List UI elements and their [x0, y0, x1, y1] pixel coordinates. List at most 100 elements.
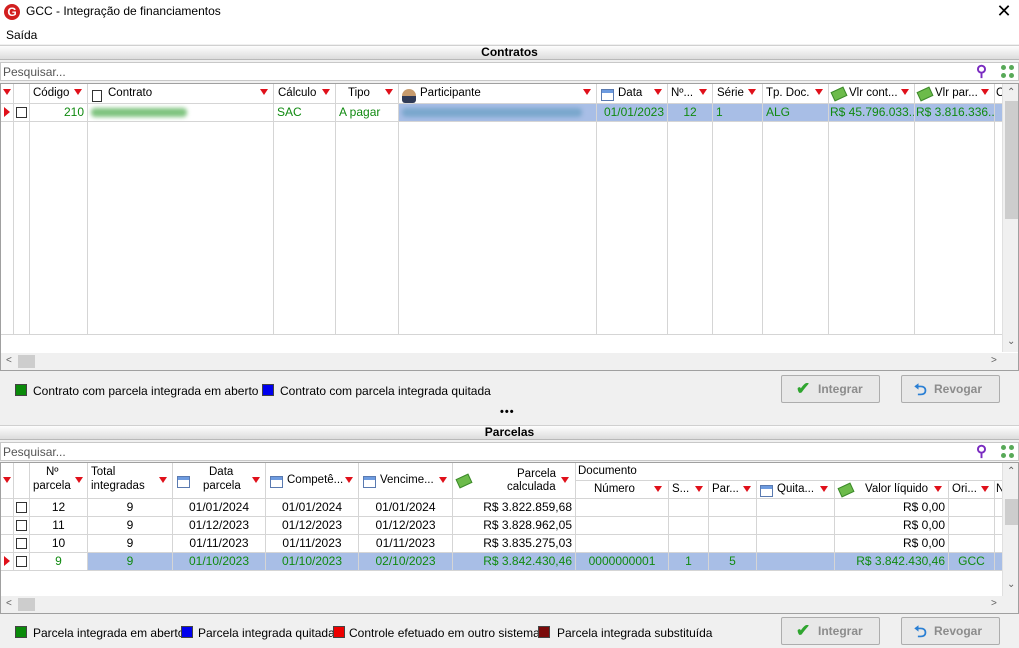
- cell-vlrcont[interactable]: R$ 45.796.033...: [829, 104, 915, 122]
- integrar-button[interactable]: ✔ Integrar: [781, 617, 880, 645]
- grid-options-icon[interactable]: [999, 443, 1017, 461]
- cell-competencia[interactable]: 01/10/2023: [266, 553, 359, 571]
- scroll-left-icon[interactable]: <: [6, 355, 12, 366]
- cell-total[interactable]: 9: [88, 517, 173, 535]
- cell-data[interactable]: 01/10/2023: [173, 553, 266, 571]
- header-codigo[interactable]: Código: [30, 84, 88, 104]
- scroll-thumb[interactable]: [1005, 499, 1018, 525]
- contratos-horizontal-scrollbar[interactable]: < >: [1, 353, 1018, 370]
- header-tpdoc[interactable]: Tp. Doc.: [763, 84, 829, 104]
- revogar-button[interactable]: ⮌ Revogar: [901, 617, 1000, 645]
- header-contrato[interactable]: Contrato: [88, 84, 274, 104]
- cell-tipo[interactable]: A pagar: [336, 104, 399, 122]
- cell-quitacao[interactable]: [757, 535, 835, 553]
- cell-num[interactable]: 12: [668, 104, 713, 122]
- header-num-parcela[interactable]: Nº parcela: [30, 463, 88, 499]
- cell-num[interactable]: 9: [30, 553, 88, 571]
- cell-serie[interactable]: [669, 517, 709, 535]
- header-quitacao[interactable]: Quita...: [757, 481, 835, 499]
- scroll-right-icon[interactable]: >: [991, 598, 997, 609]
- cell-valor-liquido[interactable]: R$ 0,00: [835, 535, 949, 553]
- header-valor-liquido[interactable]: Valor líquido: [835, 481, 949, 499]
- cell-parcela-doc[interactable]: [709, 499, 757, 517]
- header-serie[interactable]: S...: [669, 481, 709, 499]
- cell-competencia[interactable]: 01/11/2023: [266, 535, 359, 553]
- cell-numero[interactable]: [576, 535, 669, 553]
- cell-competencia[interactable]: 01/01/2024: [266, 499, 359, 517]
- cell-data[interactable]: 01/01/2024: [173, 499, 266, 517]
- revogar-button[interactable]: ⮌ Revogar: [901, 375, 1000, 403]
- cell-numero[interactable]: 0000000001: [576, 553, 669, 571]
- header-vlrcont[interactable]: Vlr cont...: [829, 84, 915, 104]
- scroll-up-icon[interactable]: ⌃: [1007, 466, 1015, 477]
- parcelas-search-input[interactable]: Pesquisar...: [3, 445, 66, 459]
- scroll-down-icon[interactable]: ⌄: [1007, 336, 1015, 347]
- cell-origem[interactable]: [949, 499, 995, 517]
- header-parcela-doc[interactable]: Par...: [709, 481, 757, 499]
- cell-parcela-doc[interactable]: 5: [709, 553, 757, 571]
- cell-quitacao[interactable]: [757, 517, 835, 535]
- cell-parcela-calculada[interactable]: R$ 3.842.430,46: [453, 553, 576, 571]
- close-icon[interactable]: ✕: [993, 1, 1015, 22]
- cell-total[interactable]: 9: [88, 553, 173, 571]
- cell-quitacao[interactable]: [757, 553, 835, 571]
- row-checkbox[interactable]: [16, 107, 27, 118]
- scroll-thumb[interactable]: [18, 598, 35, 611]
- cell-parcela-calculada[interactable]: R$ 3.835.275,03: [453, 535, 576, 553]
- header-calculo[interactable]: Cálculo: [274, 84, 336, 104]
- parcelas-vertical-scrollbar[interactable]: ⌃ ⌄: [1002, 463, 1018, 596]
- cell-contrato[interactable]: [88, 104, 274, 122]
- header-total-integradas[interactable]: Total integradas: [88, 463, 173, 499]
- cell-data[interactable]: 01/01/2023: [597, 104, 668, 122]
- cell-num[interactable]: 10: [30, 535, 88, 553]
- cell-serie[interactable]: [669, 499, 709, 517]
- header-origem[interactable]: Ori...: [949, 481, 995, 499]
- scroll-left-icon[interactable]: <: [6, 598, 12, 609]
- search-icon[interactable]: ⚲: [976, 62, 995, 81]
- cell-quitacao[interactable]: [757, 499, 835, 517]
- cell-vencimento[interactable]: 01/01/2024: [359, 499, 453, 517]
- cell-tpdoc[interactable]: ALG: [763, 104, 829, 122]
- menu-item-saida[interactable]: Saída: [6, 28, 37, 42]
- cell-vencimento[interactable]: 01/11/2023: [359, 535, 453, 553]
- row-checkbox[interactable]: [16, 520, 27, 531]
- cell-total[interactable]: 9: [88, 499, 173, 517]
- cell-total[interactable]: 9: [88, 535, 173, 553]
- cell-parcela-doc[interactable]: [709, 517, 757, 535]
- cell-num[interactable]: 12: [30, 499, 88, 517]
- cell-origem[interactable]: [949, 535, 995, 553]
- cell-vencimento[interactable]: 02/10/2023: [359, 553, 453, 571]
- cell-serie[interactable]: 1: [713, 104, 763, 122]
- header-indicator[interactable]: [1, 84, 14, 104]
- cell-codigo[interactable]: 210: [30, 104, 88, 122]
- splitter-handle[interactable]: •••: [500, 406, 515, 418]
- header-num[interactable]: Nº...: [668, 84, 713, 104]
- cell-vlrpar[interactable]: R$ 3.816.336...: [915, 104, 995, 122]
- cell-num[interactable]: 11: [30, 517, 88, 535]
- header-check[interactable]: [14, 463, 30, 499]
- cell-numero[interactable]: [576, 499, 669, 517]
- cell-valor-liquido[interactable]: R$ 0,00: [835, 499, 949, 517]
- header-numero[interactable]: Número: [576, 481, 669, 499]
- cell-parcela-calculada[interactable]: R$ 3.828.962,05: [453, 517, 576, 535]
- contratos-vertical-scrollbar[interactable]: ⌃ ⌄: [1002, 84, 1018, 352]
- integrar-button[interactable]: ✔ Integrar: [781, 375, 880, 403]
- header-vlrpar[interactable]: Vlr par...: [915, 84, 995, 104]
- contratos-search-input[interactable]: Pesquisar...: [3, 65, 66, 79]
- row-checkbox[interactable]: [16, 502, 27, 513]
- search-icon[interactable]: ⚲: [976, 442, 995, 461]
- scroll-up-icon[interactable]: ⌃: [1007, 87, 1015, 98]
- header-competencia[interactable]: Competê...: [266, 463, 359, 499]
- header-tipo[interactable]: Tipo: [336, 84, 399, 104]
- parcelas-horizontal-scrollbar[interactable]: < >: [1, 596, 1018, 613]
- scroll-right-icon[interactable]: >: [991, 355, 997, 366]
- header-vencimento[interactable]: Vencime...: [359, 463, 453, 499]
- cell-numero[interactable]: [576, 517, 669, 535]
- row-checkbox[interactable]: [16, 538, 27, 549]
- cell-calculo[interactable]: SAC: [274, 104, 336, 122]
- scroll-thumb[interactable]: [1005, 101, 1018, 219]
- header-serie[interactable]: Série: [713, 84, 763, 104]
- cell-parcela-doc[interactable]: [709, 535, 757, 553]
- row-checkbox[interactable]: [16, 556, 27, 567]
- header-data[interactable]: Data: [597, 84, 668, 104]
